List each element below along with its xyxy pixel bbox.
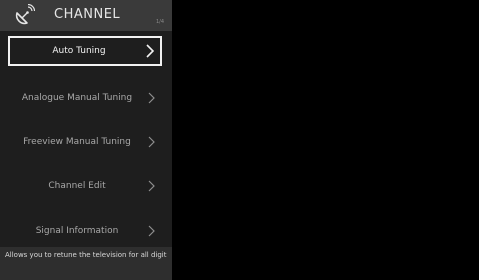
menu-item-label: Analogue Manual Tuning (21, 93, 133, 103)
page-indicator: 1/4 (155, 19, 164, 25)
menu-item-auto-tuning[interactable]: Auto Tuning (8, 36, 162, 66)
menu-item-signal-information[interactable]: Signal Information (8, 216, 162, 246)
menu-item-label: Channel Edit (48, 181, 106, 191)
chevron-right-icon (148, 92, 155, 104)
chevron-right-icon (148, 225, 155, 237)
chevron-right-icon (148, 180, 155, 192)
panel-header: CHANNEL 1/4 (0, 0, 172, 31)
menu-item-label: Signal Information (35, 226, 119, 236)
menu-item-label: Auto Tuning (52, 46, 106, 56)
tv-screen: CHANNEL 1/4 Auto Tuning Analogue Manual … (0, 0, 479, 280)
menu-item-freeview-manual-tuning[interactable]: Freeview Manual Tuning (8, 127, 162, 157)
channel-menu-panel: CHANNEL 1/4 Auto Tuning Analogue Manual … (0, 0, 172, 280)
help-description-box: Allows you to retune the television for … (0, 247, 172, 280)
help-description-text: Allows you to retune the television for … (5, 251, 167, 259)
chevron-right-icon (148, 136, 155, 148)
panel-title: CHANNEL (54, 7, 121, 22)
menu-item-analogue-manual-tuning[interactable]: Analogue Manual Tuning (8, 83, 162, 113)
menu-item-channel-edit[interactable]: Channel Edit (8, 171, 162, 201)
menu-item-label: Freeview Manual Tuning (23, 137, 131, 147)
chevron-right-icon (146, 44, 154, 58)
satellite-dish-icon (15, 4, 35, 25)
